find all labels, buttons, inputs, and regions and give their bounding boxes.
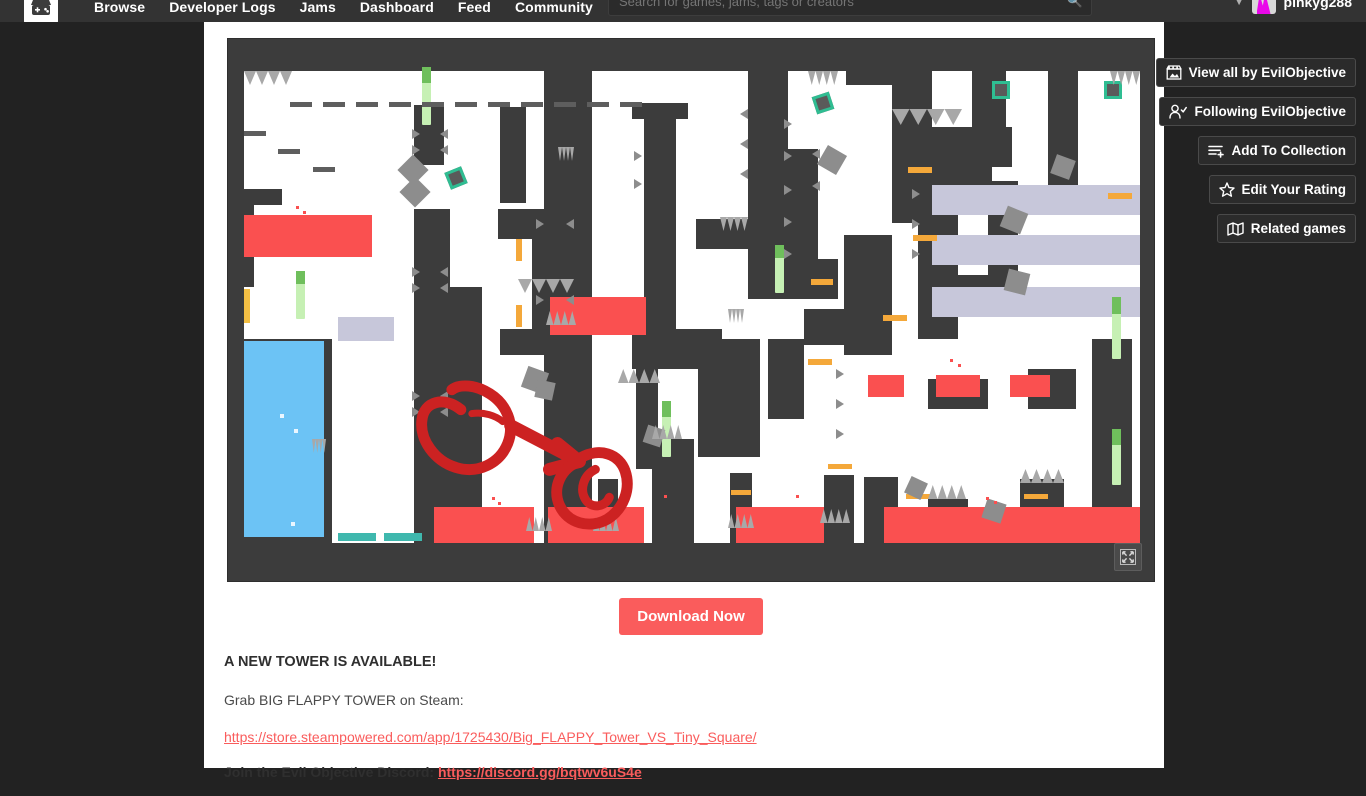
- following-developer-button[interactable]: Following EvilObjective: [1159, 97, 1356, 126]
- user-check-icon: [1169, 104, 1188, 119]
- view-all-by-developer-label: View all by EvilObjective: [1188, 65, 1346, 80]
- search-icon[interactable]: 🔍: [1067, 0, 1091, 9]
- list-add-icon: [1207, 144, 1225, 158]
- search-bar[interactable]: 🔍: [608, 0, 1092, 16]
- discord-label: Join the Evil Objective Discord:: [224, 763, 435, 780]
- nav-link-developer-logs[interactable]: Developer Logs: [157, 0, 287, 15]
- description-heading: A NEW TOWER IS AVAILABLE!: [224, 654, 437, 670]
- description-line-1: Grab BIG FLAPPY TOWER on Steam:: [224, 692, 464, 709]
- nav-link-jams[interactable]: Jams: [288, 0, 348, 15]
- fullscreen-expand-icon[interactable]: [1114, 543, 1142, 571]
- user-menu[interactable]: ▼ pinkyg288: [1235, 0, 1352, 14]
- related-games-label: Related games: [1250, 221, 1346, 236]
- username-label: pinkyg288: [1283, 0, 1352, 10]
- edit-your-rating-label: Edit Your Rating: [1241, 182, 1347, 197]
- view-all-by-developer-button[interactable]: View all by EvilObjective: [1155, 58, 1356, 87]
- add-to-collection-button[interactable]: Add To Collection: [1197, 136, 1356, 165]
- chevron-down-icon[interactable]: ▼: [1235, 0, 1244, 7]
- nav-links: Browse Developer Logs Jams Dashboard Fee…: [82, 0, 605, 15]
- add-to-collection-label: Add To Collection: [1231, 143, 1347, 158]
- top-navigation-bar: Browse Developer Logs Jams Dashboard Fee…: [0, 0, 1366, 22]
- following-developer-label: Following EvilObjective: [1194, 104, 1346, 119]
- itch-io-logo-icon[interactable]: [24, 0, 58, 22]
- nav-link-dashboard[interactable]: Dashboard: [348, 0, 446, 15]
- steam-store-link[interactable]: https://store.steampowered.com/app/17254…: [224, 729, 757, 745]
- game-screenshot[interactable]: [227, 38, 1155, 582]
- star-icon: [1218, 182, 1235, 197]
- game-description: A NEW TOWER IS AVAILABLE! Grab BIG FLAPP…: [224, 652, 924, 796]
- right-sidebar: View all by EvilObjective Following Evil…: [1155, 58, 1356, 243]
- storefront-icon: [1166, 65, 1182, 80]
- edit-your-rating-button[interactable]: Edit Your Rating: [1208, 175, 1356, 204]
- search-input[interactable]: [609, 0, 1067, 9]
- related-games-button[interactable]: Related games: [1216, 214, 1356, 243]
- nav-link-community[interactable]: Community: [503, 0, 605, 15]
- download-area: Download Now: [227, 598, 1155, 635]
- nav-link-feed[interactable]: Feed: [446, 0, 503, 15]
- discord-invite-link[interactable]: https://discord.gg/bqtwv6uS4e: [438, 764, 642, 780]
- screenshot-stage: [228, 39, 1154, 581]
- download-now-button[interactable]: Download Now: [619, 598, 763, 635]
- avatar[interactable]: [1251, 0, 1276, 14]
- map-icon: [1227, 221, 1244, 236]
- nav-link-browse[interactable]: Browse: [82, 0, 157, 15]
